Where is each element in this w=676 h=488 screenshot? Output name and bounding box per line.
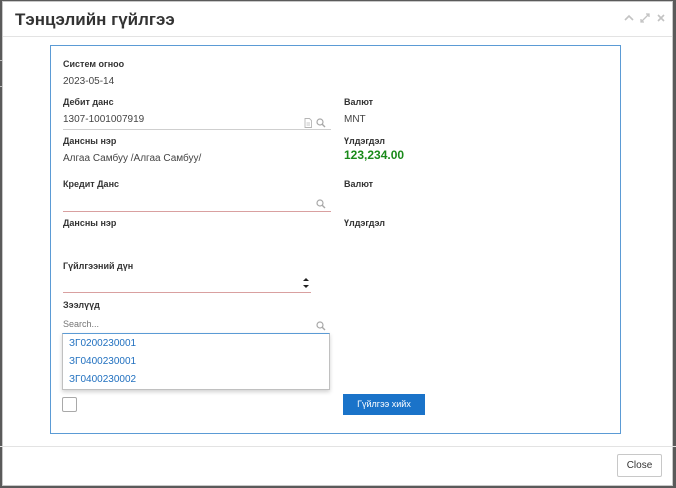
dropdown-option[interactable]: ЗГ0400230001 — [69, 356, 136, 367]
system-date-value: 2023-05-14 — [63, 76, 115, 87]
credit-name-label: Дансны нэр — [63, 218, 117, 228]
loans-label: Зээлүүд — [63, 300, 100, 310]
credit-currency-label: Валют — [344, 179, 374, 189]
amount-field[interactable] — [63, 292, 311, 293]
submit-transaction-button[interactable]: Гүйлгээ хийх — [343, 394, 425, 415]
close-button[interactable]: Close — [617, 454, 662, 477]
debit-account-underline — [63, 129, 331, 130]
credit-balance-label: Үлдэгдэл — [344, 218, 385, 228]
checkbox[interactable] — [62, 397, 77, 412]
dropdown-option[interactable]: ЗГ0400230002 — [69, 374, 136, 385]
expand-icon[interactable] — [639, 12, 651, 24]
debit-currency-label: Валют — [344, 97, 374, 107]
debit-account-label: Дебит данс — [63, 97, 114, 107]
credit-account-field[interactable] — [63, 211, 331, 212]
search-icon[interactable] — [316, 115, 326, 128]
debit-balance-label: Үлдэгдэл — [344, 136, 385, 146]
amount-label: Гүйлгээний дүн — [63, 261, 134, 271]
system-date-label: Систем огноо — [63, 59, 125, 69]
chevron-up-icon[interactable] — [623, 12, 635, 24]
debit-name-label: Дансны нэр — [63, 136, 117, 146]
dropdown-option[interactable]: ЗГ0200230001 — [69, 338, 136, 349]
debit-currency-value: MNT — [344, 114, 366, 125]
modal-title: Тэнцэлийн гүйлгээ — [15, 10, 175, 29]
debit-balance-value: 123,234.00 — [344, 148, 405, 162]
search-icon[interactable] — [316, 196, 326, 209]
debit-account-field[interactable]: 1307-1001007919 — [63, 114, 144, 125]
document-icon[interactable] — [303, 115, 313, 128]
loans-dropdown: ЗГ0200230001 ЗГ0400230001 ЗГ0400230002 — [62, 333, 330, 390]
close-icon[interactable] — [655, 12, 667, 24]
loans-search-input[interactable] — [63, 317, 303, 330]
search-icon — [316, 318, 326, 331]
stepper-icon[interactable] — [301, 276, 311, 290]
credit-account-label: Кредит Данс — [63, 179, 120, 189]
modal-footer-divider — [0, 446, 676, 447]
modal-header: Тэнцэлийн гүйлгээ — [3, 2, 672, 37]
debit-name-value: Алгаа Самбуу /Алгаа Самбуу/ — [63, 153, 202, 164]
